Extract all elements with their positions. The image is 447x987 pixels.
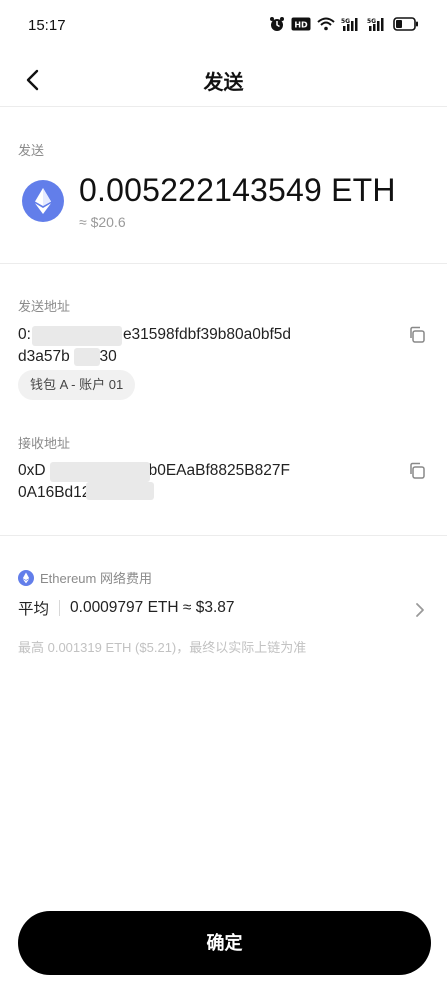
fee-separator xyxy=(59,600,61,616)
page-title: 发送 xyxy=(203,72,244,94)
network-fee-header: Ethereum 网络费用 xyxy=(18,568,152,587)
nav-bar: 发送 xyxy=(0,52,447,108)
max-fee-note: 最高 0.001319 ETH ($5.21)，最终以实际上链为准 xyxy=(18,640,307,655)
status-bar: 15:17 HD 5G 5G xyxy=(0,0,447,52)
from-address-line-2: d3a57b c30 xyxy=(18,348,117,365)
copy-icon[interactable] xyxy=(407,325,427,345)
send-usd-value: ≈ $20.6 xyxy=(79,214,126,230)
ethereum-icon xyxy=(18,569,34,586)
battery-icon xyxy=(393,17,418,31)
chevron-right-icon[interactable] xyxy=(413,600,427,620)
send-label: 发送 xyxy=(18,143,45,158)
ethereum-icon xyxy=(22,180,64,222)
to-address-line-2: 0A16Bd12B7 xyxy=(18,484,153,501)
status-icons: HD 5G 5G xyxy=(269,16,419,32)
redaction-mask xyxy=(32,326,122,346)
hd-icon: HD xyxy=(291,17,311,31)
to-label: 接收地址 xyxy=(18,436,71,451)
send-amount: 0.005222143549 ETH xyxy=(79,172,396,208)
alarm-icon xyxy=(270,17,284,31)
from-label: 发送地址 xyxy=(18,299,71,314)
signal-5g-icon: 5G xyxy=(367,18,384,31)
fee-value: 0.0009797 ETH ≈ $3.87 xyxy=(70,599,235,616)
redaction-mask xyxy=(86,482,154,500)
confirm-button[interactable]: 确定 xyxy=(18,911,431,975)
wifi-icon xyxy=(317,17,335,31)
redaction-mask xyxy=(50,462,150,482)
status-time: 15:17 xyxy=(28,17,66,34)
fee-speed: 平均 xyxy=(18,601,50,618)
fee-row[interactable]: 平均 0.0009797 ETH ≈ $3.87 xyxy=(18,597,235,619)
divider xyxy=(0,535,447,536)
svg-text:5G: 5G xyxy=(341,18,350,25)
wallet-chip[interactable]: 钱包 A - 账户 01 xyxy=(18,370,136,400)
copy-icon[interactable] xyxy=(407,461,427,481)
svg-text:HD: HD xyxy=(294,21,308,30)
svg-text:5G: 5G xyxy=(367,18,376,25)
network-fee-label: Ethereum 网络费用 xyxy=(40,571,152,586)
divider xyxy=(0,263,447,264)
redaction-mask xyxy=(74,348,100,366)
divider xyxy=(0,106,447,107)
signal-5g-icon: 5G xyxy=(341,18,358,31)
